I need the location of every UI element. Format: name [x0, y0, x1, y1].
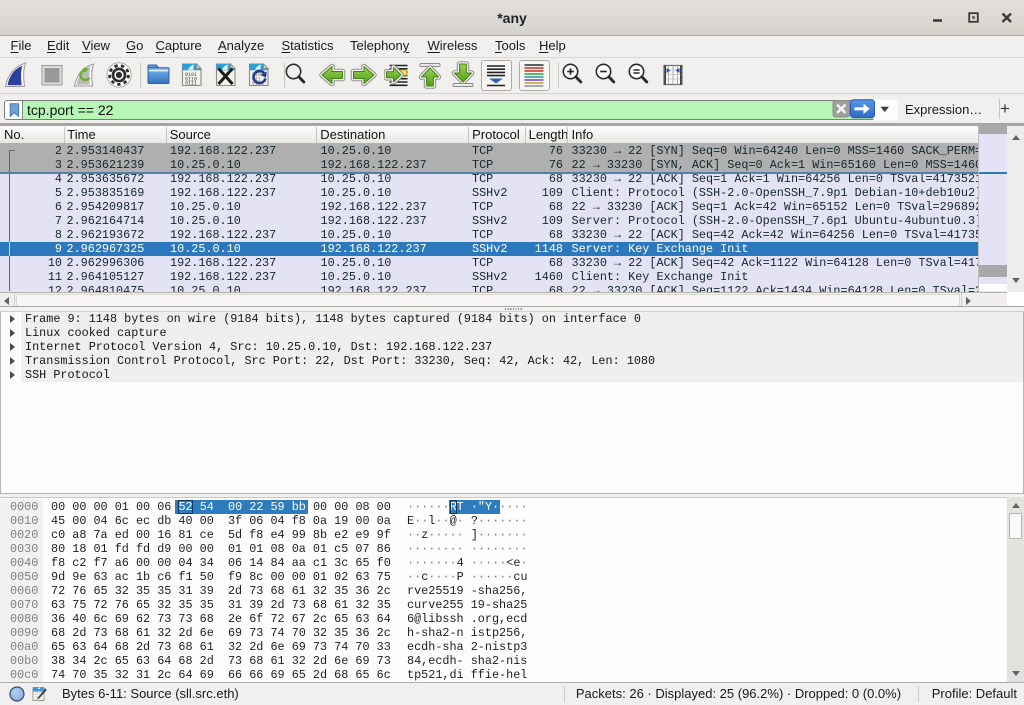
svg-text:0111: 0111: [185, 81, 197, 87]
